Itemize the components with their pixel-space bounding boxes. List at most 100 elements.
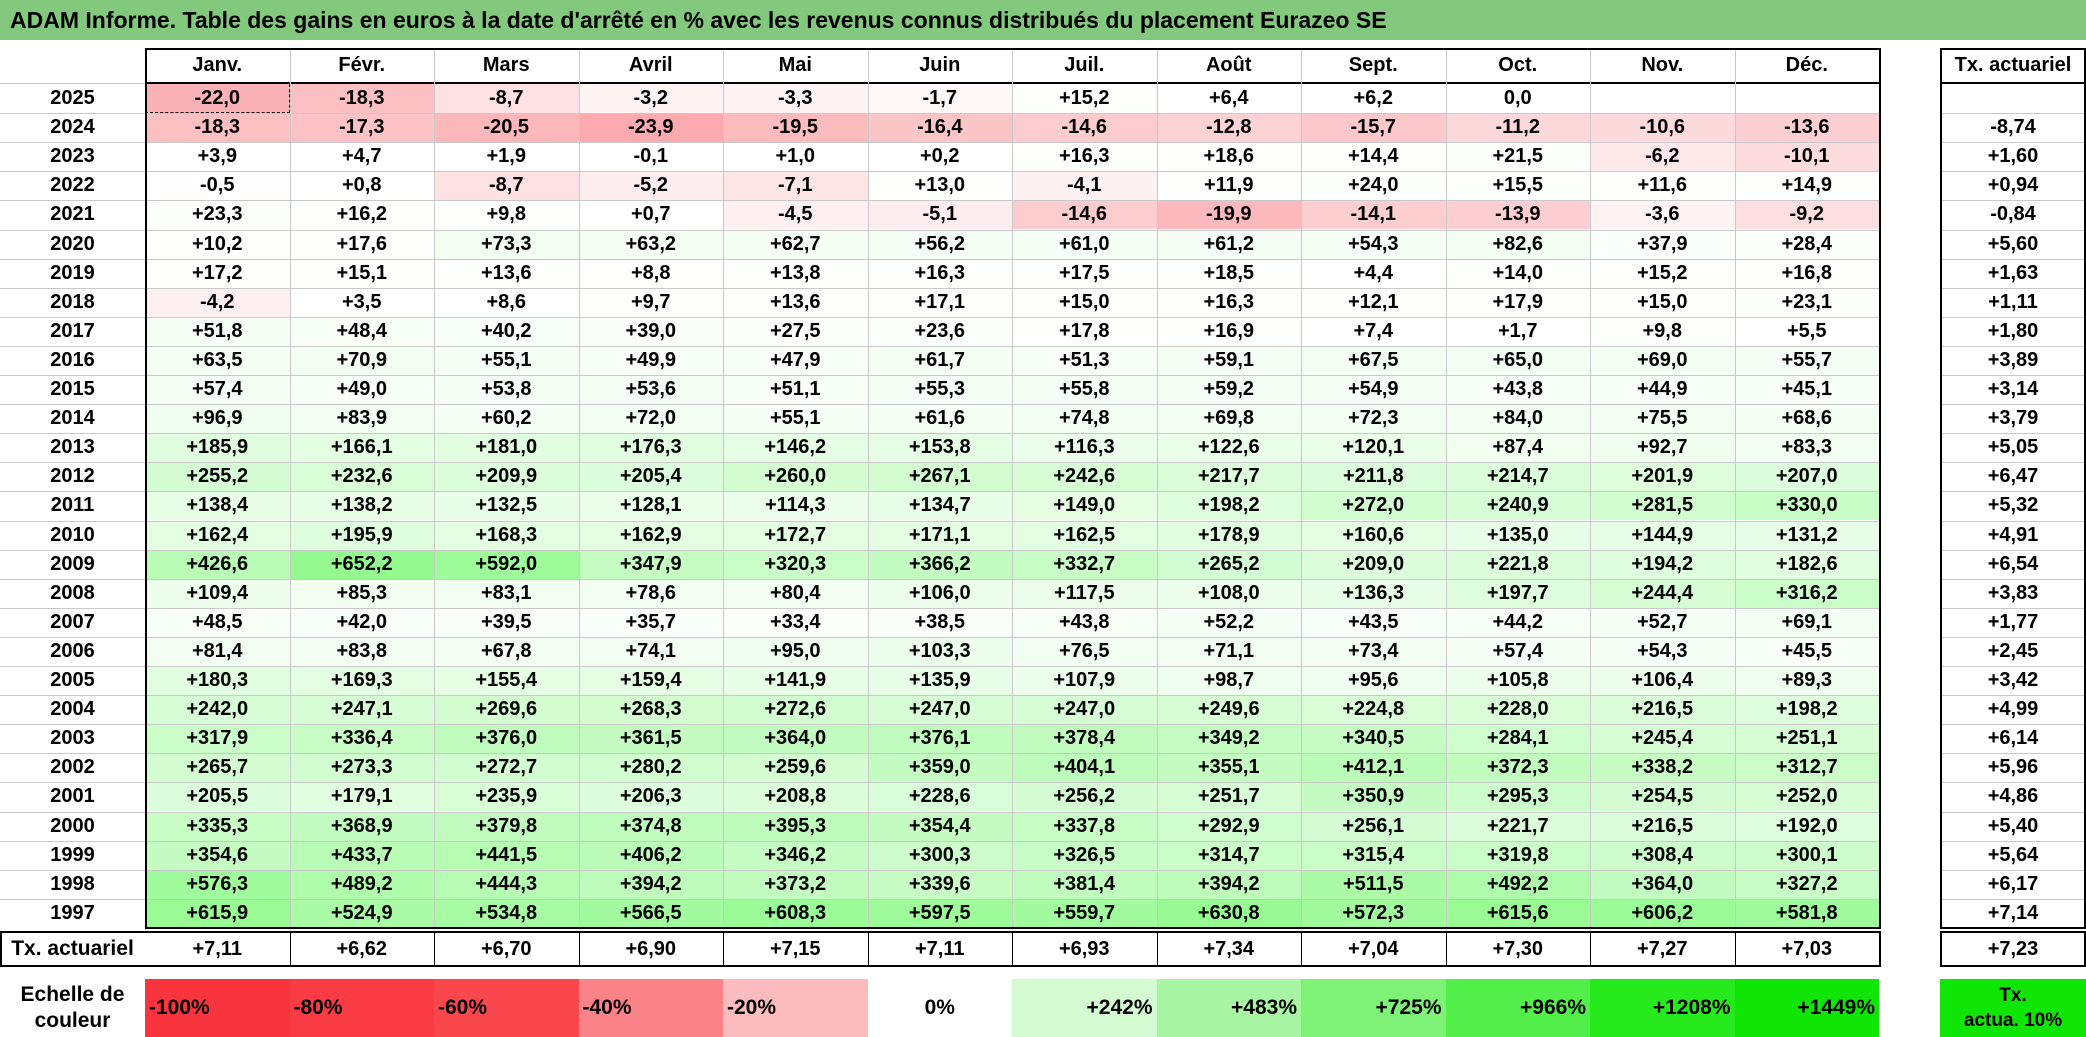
table-cell: +300,3 <box>867 840 1012 870</box>
year-label: 2002 <box>50 756 95 779</box>
table-cell: -14,6 <box>1012 200 1157 230</box>
table-cell: +40,2 <box>434 316 579 346</box>
column-divider <box>289 931 291 967</box>
row-divider <box>1940 113 2086 115</box>
row-divider <box>1940 491 2086 493</box>
table-cell: +16,8 <box>1734 258 1879 288</box>
table-cell: +211,8 <box>1301 462 1446 492</box>
rate-cell: +6,14 <box>1987 727 2039 750</box>
table-cell: +295,3 <box>1445 782 1590 812</box>
table-cell: +205,5 <box>145 782 290 812</box>
row-divider <box>0 287 1879 289</box>
table-cell: +232,6 <box>289 462 434 492</box>
table-cell: +559,7 <box>1012 898 1157 928</box>
table-cell: +315,4 <box>1301 840 1446 870</box>
table-cell: +17,1 <box>867 287 1012 317</box>
table-cell: +314,7 <box>1156 840 1301 870</box>
row-divider <box>0 113 1879 115</box>
year-label: 1997 <box>50 901 95 924</box>
table-cell: +394,2 <box>1156 869 1301 899</box>
table-cell: +11,6 <box>1590 171 1735 201</box>
row-divider <box>0 549 1879 551</box>
row-divider <box>1940 433 2086 435</box>
row-divider <box>1940 142 2086 144</box>
row-divider <box>1940 898 2086 900</box>
table-cell: +1,7 <box>1445 316 1590 346</box>
table-cell: +214,7 <box>1445 462 1590 492</box>
year-label: 2011 <box>50 494 95 517</box>
row-divider <box>0 782 1879 784</box>
table-cell: +441,5 <box>434 840 579 870</box>
table-cell: -5,1 <box>867 200 1012 230</box>
table-cell: +16,3 <box>1012 142 1157 172</box>
table-cell: +96,9 <box>145 404 290 434</box>
table-cell: 0,0 <box>1445 84 1590 114</box>
table-cell: +81,4 <box>145 636 290 666</box>
table-cell: -23,9 <box>578 113 723 143</box>
table-cell: -3,3 <box>723 84 868 114</box>
year-label: 2019 <box>50 261 95 284</box>
month-header: Avril <box>578 48 723 84</box>
table-cell: +3,5 <box>289 287 434 317</box>
table-cell: +49,9 <box>578 345 723 375</box>
table-cell: +381,4 <box>1012 869 1157 899</box>
table-cell: +54,3 <box>1590 636 1735 666</box>
table-cell: +153,8 <box>867 433 1012 463</box>
table-cell: -0,5 <box>145 171 290 201</box>
table-cell: +0,8 <box>289 171 434 201</box>
column-divider <box>1156 48 1158 928</box>
table-cell: +566,5 <box>578 898 723 928</box>
table-cell: +394,2 <box>578 869 723 899</box>
table-cell: +320,3 <box>723 549 868 579</box>
table-cell: +3,9 <box>145 142 290 172</box>
table-cell: +84,0 <box>1445 404 1590 434</box>
table-cell: +426,6 <box>145 549 290 579</box>
rate-cell: +1,63 <box>1987 261 2039 284</box>
year-label: 2022 <box>50 174 95 197</box>
row-divider <box>0 345 1879 347</box>
column-divider <box>1734 931 1736 967</box>
footer-rate-cell: +7,34 <box>1203 937 1255 960</box>
footer-rate-cell: +6,70 <box>480 937 532 960</box>
rate-cell: +5,32 <box>1987 494 2039 517</box>
column-divider <box>1445 48 1447 928</box>
table-cell: +57,4 <box>1445 636 1590 666</box>
rate-cell: +6,47 <box>1987 465 2039 488</box>
table-cell: +176,3 <box>578 433 723 463</box>
rate-cell <box>1940 84 2086 113</box>
table-cell: +122,6 <box>1156 433 1301 463</box>
row-divider <box>1940 811 2086 813</box>
table-cell: +132,5 <box>434 491 579 521</box>
table-cell: +16,3 <box>1156 287 1301 317</box>
table-cell: -17,3 <box>289 113 434 143</box>
table-cell: +51,3 <box>1012 345 1157 375</box>
row-divider <box>0 636 1879 638</box>
row-divider <box>1940 549 2086 551</box>
row-divider <box>1940 200 2086 202</box>
table-cell: +87,4 <box>1445 433 1590 463</box>
table-cell: +373,2 <box>723 869 868 899</box>
row-divider <box>1940 578 2086 580</box>
table-cell: -6,2 <box>1590 142 1735 172</box>
table-cell: +131,2 <box>1734 520 1879 550</box>
table-cell: +339,6 <box>867 869 1012 899</box>
table-cell: +16,3 <box>867 258 1012 288</box>
year-label: 2006 <box>50 639 95 662</box>
table-cell: +83,9 <box>289 404 434 434</box>
color-scale-step: +1449% <box>1734 979 1879 1037</box>
table-cell <box>1590 84 1735 114</box>
table-cell: -18,3 <box>289 84 434 114</box>
row-divider <box>0 753 1879 755</box>
scale-rate-legend: Tx. actua. 10% <box>1940 979 2086 1037</box>
table-cell: +4,4 <box>1301 258 1446 288</box>
row-divider <box>0 375 1879 376</box>
year-label: 2016 <box>50 348 95 371</box>
table-cell: +74,8 <box>1012 404 1157 434</box>
table-cell: +216,5 <box>1590 811 1735 841</box>
table-cell: +252,0 <box>1734 782 1879 812</box>
table-cell: +12,1 <box>1301 287 1446 317</box>
row-divider <box>1940 753 2086 755</box>
year-label: 2000 <box>50 814 95 837</box>
year-label: 2015 <box>50 378 95 401</box>
table-cell: +14,9 <box>1734 171 1879 201</box>
